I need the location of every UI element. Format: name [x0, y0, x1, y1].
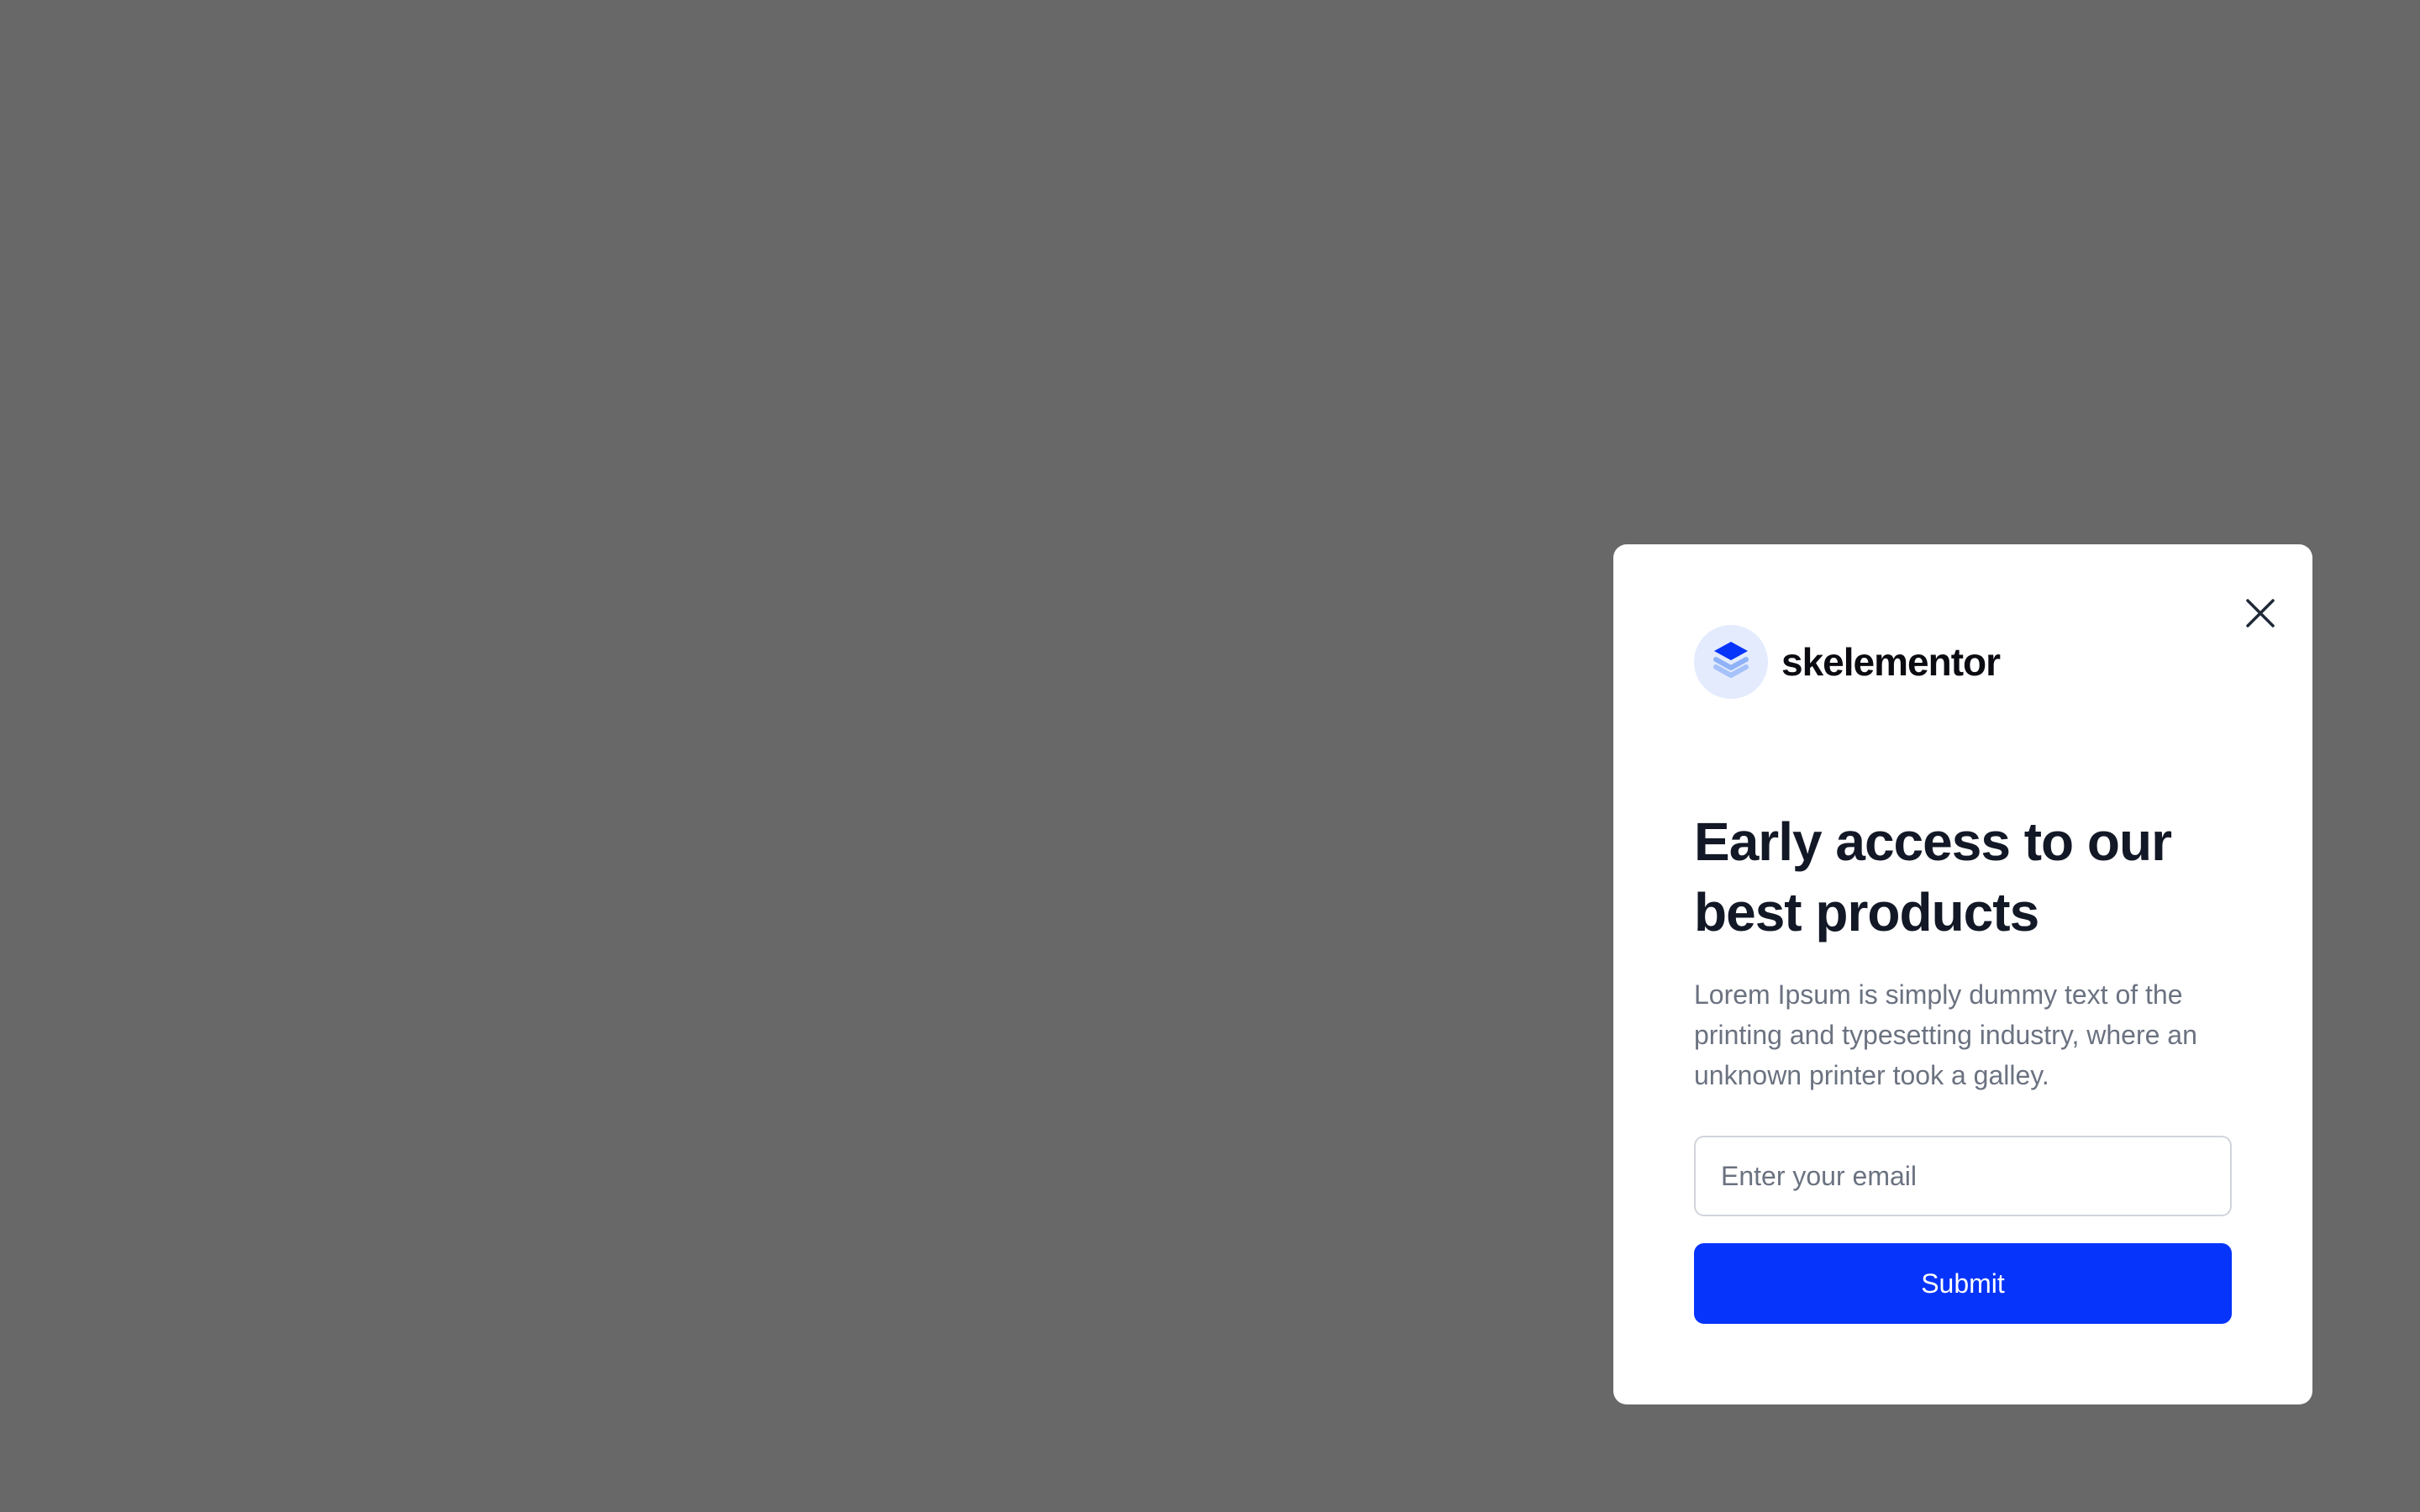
- submit-button[interactable]: Submit: [1694, 1243, 2232, 1324]
- logo-badge: [1694, 625, 1768, 699]
- modal-description: Lorem Ipsum is simply dummy text of the …: [1694, 979, 2197, 1090]
- brand-logo: skelementor: [1694, 625, 2001, 699]
- modal-headline: Early access to our best products: [1694, 811, 2172, 942]
- brand-name: skelementor: [1781, 640, 2001, 684]
- early-access-modal: skelementor Early access to our best pro…: [1613, 544, 2312, 1404]
- close-button[interactable]: [2233, 586, 2287, 640]
- email-input[interactable]: [1694, 1136, 2232, 1216]
- stacked-layers-icon: [1713, 642, 1749, 678]
- close-icon: [2246, 599, 2275, 627]
